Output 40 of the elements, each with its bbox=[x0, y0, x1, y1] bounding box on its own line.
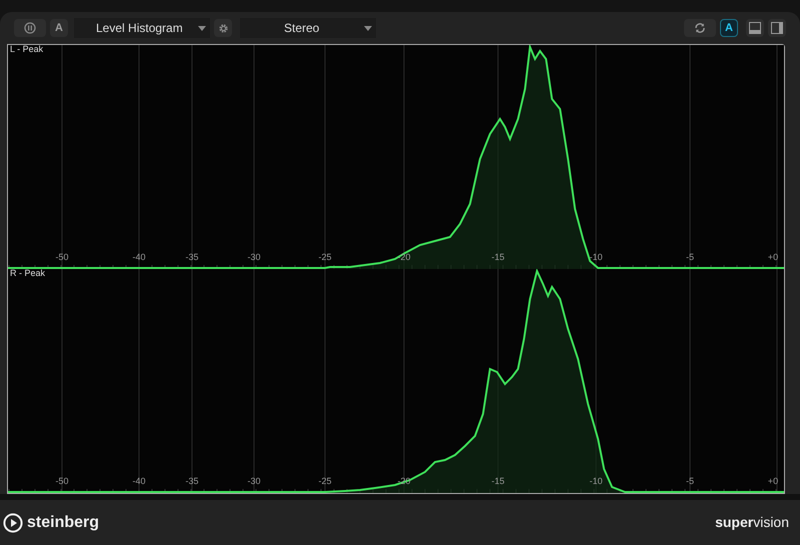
axis-tick-label: -25 bbox=[318, 477, 332, 486]
axis-tick-label: -50 bbox=[56, 477, 68, 486]
side-panel-icon bbox=[771, 22, 783, 34]
axis-tick-label: -35 bbox=[186, 253, 198, 262]
axis-tick-label: -5 bbox=[686, 477, 694, 486]
channel-label: R - Peak bbox=[10, 269, 46, 278]
settings-button[interactable] bbox=[214, 19, 232, 37]
axis-tick-label: -25 bbox=[318, 253, 332, 262]
auto-button[interactable]: A bbox=[50, 19, 68, 37]
axis-tick-label: -10 bbox=[590, 477, 602, 486]
channel-dropdown[interactable]: Stereo bbox=[240, 18, 376, 38]
axis-tick-label: -30 bbox=[248, 253, 260, 262]
bottom-panel-icon bbox=[749, 22, 761, 34]
settings-icon bbox=[218, 22, 228, 34]
pause-button[interactable] bbox=[14, 19, 46, 37]
layout-button[interactable] bbox=[746, 19, 764, 37]
axis-tick-label: +0 bbox=[768, 477, 778, 486]
view-dropdown[interactable]: Level Histogram bbox=[74, 18, 210, 38]
axis-tick-label: -10 bbox=[590, 253, 602, 262]
axis-tick-label: -35 bbox=[186, 477, 198, 486]
axis-tick-label: -40 bbox=[132, 253, 146, 262]
axis-tick-label: -15 bbox=[492, 253, 504, 262]
axis-tick-label: -30 bbox=[248, 477, 260, 486]
axis-tick-label: -40 bbox=[132, 477, 146, 486]
layout-button[interactable] bbox=[768, 19, 786, 37]
axis-tick-label: -15 bbox=[492, 477, 504, 486]
auto-button[interactable]: A bbox=[720, 19, 738, 37]
brand-logo: steinberg bbox=[27, 512, 100, 532]
axis-tick-label: -5 bbox=[686, 253, 694, 262]
sync-button[interactable] bbox=[684, 19, 716, 37]
sync-icon bbox=[694, 22, 706, 34]
caret-icon bbox=[364, 26, 372, 30]
axis-tick-label: +0 bbox=[768, 253, 778, 262]
caret-icon bbox=[198, 26, 206, 30]
axis-tick-label: -20 bbox=[398, 253, 410, 262]
product-logo: supervision bbox=[715, 513, 790, 532]
axis-tick-label: -50 bbox=[56, 253, 68, 262]
play-circle-icon bbox=[3, 512, 23, 532]
pause-icon bbox=[24, 22, 36, 34]
channel-label: L - Peak bbox=[10, 45, 44, 54]
